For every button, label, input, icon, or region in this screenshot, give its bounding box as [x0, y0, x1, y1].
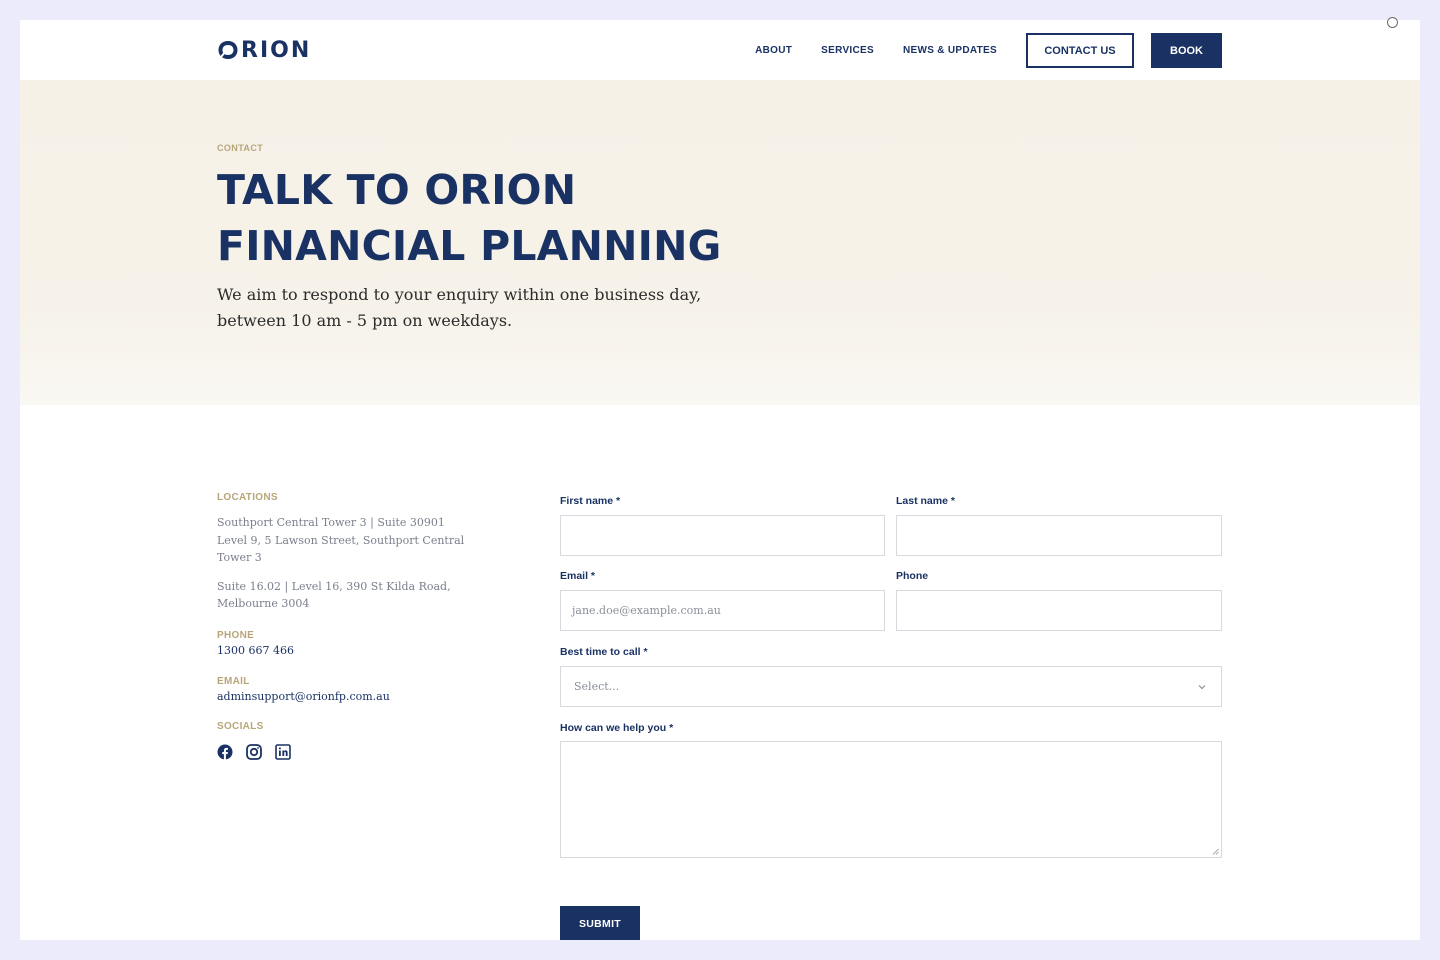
best-time-selected-value: Select...: [574, 680, 620, 693]
orion-o-mark-icon: [218, 41, 238, 59]
linkedin-icon[interactable]: [275, 743, 291, 760]
locations-label: LOCATIONS: [217, 492, 278, 503]
resize-grip-icon[interactable]: [1212, 848, 1219, 855]
hero-eyebrow: CONTACT: [217, 143, 264, 153]
contact-us-button[interactable]: CONTACT US: [1026, 33, 1134, 68]
phone-field-label: Phone: [896, 570, 929, 582]
cursor-indicator-icon: [1387, 17, 1398, 28]
nav-about[interactable]: ABOUT: [755, 45, 792, 56]
main-nav: ABOUT SERVICES NEWS & UPDATES CONTACT US…: [755, 33, 1222, 68]
social-links: [217, 743, 477, 760]
orion-logo[interactable]: RION: [217, 37, 312, 63]
submit-button[interactable]: SUBMIT: [560, 906, 640, 940]
last-name-field[interactable]: [896, 515, 1222, 556]
nav-services[interactable]: SERVICES: [821, 45, 874, 56]
first-name-field[interactable]: [560, 515, 885, 556]
page-title-line-1: TALK TO ORION: [217, 166, 577, 214]
best-time-select[interactable]: Select...: [560, 666, 1222, 707]
phone-label: PHONE: [217, 629, 255, 641]
phone-field[interactable]: [896, 590, 1222, 631]
last-name-label: Last name *: [896, 495, 955, 507]
instagram-icon[interactable]: [246, 743, 262, 760]
page-frame: RION ABOUT SERVICES NEWS & UPDATES CONTA…: [20, 20, 1420, 940]
chevron-down-icon: [1198, 685, 1206, 690]
help-message-textarea[interactable]: [560, 741, 1222, 858]
facebook-icon[interactable]: [217, 744, 233, 760]
site-header: RION ABOUT SERVICES NEWS & UPDATES CONTA…: [20, 20, 1420, 80]
phone-link[interactable]: 1300 667 466: [217, 642, 477, 659]
page-title: TALK TO ORION FINANCIAL PLANNING: [217, 162, 721, 274]
help-label: How can we help you *: [560, 722, 674, 734]
email-field[interactable]: jane.doe@example.com.au: [560, 590, 885, 631]
email-link[interactable]: adminsupport@orionfp.com.au: [217, 688, 477, 705]
socials-label: SOCIALS: [217, 720, 264, 732]
first-name-label: First name *: [560, 495, 621, 507]
nav-news-updates[interactable]: NEWS & UPDATES: [903, 45, 997, 56]
book-button[interactable]: BOOK: [1151, 33, 1222, 68]
hero-subtitle: We aim to respond to your enquiry within…: [217, 285, 702, 330]
best-time-label: Best time to call *: [560, 646, 648, 658]
location-melbourne: Suite 16.02 | Level 16, 390 St Kilda Roa…: [217, 579, 451, 611]
hero-section: CONTACT TALK TO ORION FINANCIAL PLANNING…: [20, 80, 1420, 405]
email-label: EMAIL: [217, 675, 250, 687]
logo-wordmark: RION: [241, 37, 312, 63]
location-southport: Southport Central Tower 3 | Suite 30901 …: [217, 516, 465, 564]
page-title-line-2: FINANCIAL PLANNING: [217, 222, 722, 270]
contact-info: LOCATIONS Southport Central Tower 3 | Su…: [217, 492, 477, 760]
email-field-label: Email *: [560, 570, 596, 582]
